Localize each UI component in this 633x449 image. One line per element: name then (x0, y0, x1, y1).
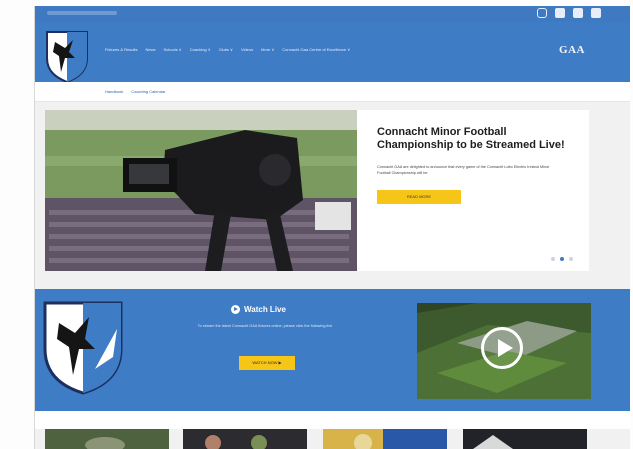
read-more-button[interactable]: READ MORE (377, 190, 461, 204)
play-button-icon[interactable] (481, 327, 523, 369)
carousel-dot-active[interactable] (560, 257, 564, 261)
crest-emblem (43, 301, 123, 395)
social-links (537, 8, 601, 18)
watch-live-title[interactable]: Watch Live (231, 305, 286, 314)
top-bar (35, 6, 630, 22)
watch-live-text: To stream the latest Connacht GAA fixtur… (197, 324, 333, 328)
watch-live-label: Watch Live (244, 305, 286, 314)
watch-live-section: Watch Live To stream the latest Connacht… (35, 289, 630, 411)
crest-logo[interactable] (43, 28, 91, 84)
menu-item-videos[interactable]: Videos (241, 47, 253, 52)
menu-item-more[interactable]: More ∨ (261, 47, 274, 52)
carousel-dot[interactable] (569, 257, 573, 261)
news-card-thumbnail[interactable] (463, 429, 587, 449)
carousel-dot[interactable] (551, 257, 555, 261)
menu: Fixtures & Results News Schools ∨ Coachi… (105, 47, 350, 52)
facebook-icon[interactable] (555, 8, 565, 18)
main-nav: Fixtures & Results News Schools ∨ Coachi… (35, 22, 630, 84)
top-bar-link[interactable] (47, 11, 117, 15)
news-card-thumbnail[interactable] (45, 429, 169, 449)
menu-item-centre[interactable]: Connacht Gaa Centre of Excellence ∨ (282, 47, 350, 52)
play-circle-icon (231, 305, 240, 314)
subnav-handbook[interactable]: Handbook (105, 89, 123, 94)
hero-text: Connacht Minor Football Championship to … (377, 126, 577, 204)
twitter-icon[interactable] (573, 8, 583, 18)
hero-title[interactable]: Connacht Minor Football Championship to … (377, 126, 577, 152)
watch-now-button[interactable]: WATCH NOW ▶ (239, 356, 295, 370)
hero-carousel: Connacht Minor Football Championship to … (45, 110, 589, 271)
menu-item-clubs[interactable]: Clubs ∨ (219, 47, 233, 52)
section-spacer (35, 411, 630, 429)
news-card-thumbnail[interactable] (323, 429, 447, 449)
video-thumbnail[interactable] (417, 303, 591, 399)
hero-summary: Connacht GAA are delighted to announce t… (377, 165, 550, 175)
instagram-icon[interactable] (537, 8, 547, 18)
menu-item-coaching[interactable]: Coaching ∨ (190, 47, 211, 52)
youtube-icon[interactable] (591, 8, 601, 18)
menu-item-news[interactable]: News (145, 47, 155, 52)
gaa-logo[interactable]: GAA (559, 44, 585, 56)
subnav-coaching-calendar[interactable]: Coaching Calendar (131, 89, 165, 94)
sub-nav: Handbook Coaching Calendar (35, 82, 630, 102)
website: Fixtures & Results News Schools ∨ Coachi… (34, 6, 630, 449)
hero-image[interactable] (45, 110, 357, 271)
news-card-thumbnail[interactable] (183, 429, 307, 449)
carousel-dots (551, 257, 573, 261)
menu-item-schools[interactable]: Schools ∨ (163, 47, 181, 52)
screenshot-frame: Fixtures & Results News Schools ∨ Coachi… (0, 0, 633, 449)
menu-item-fixtures[interactable]: Fixtures & Results (105, 47, 137, 52)
